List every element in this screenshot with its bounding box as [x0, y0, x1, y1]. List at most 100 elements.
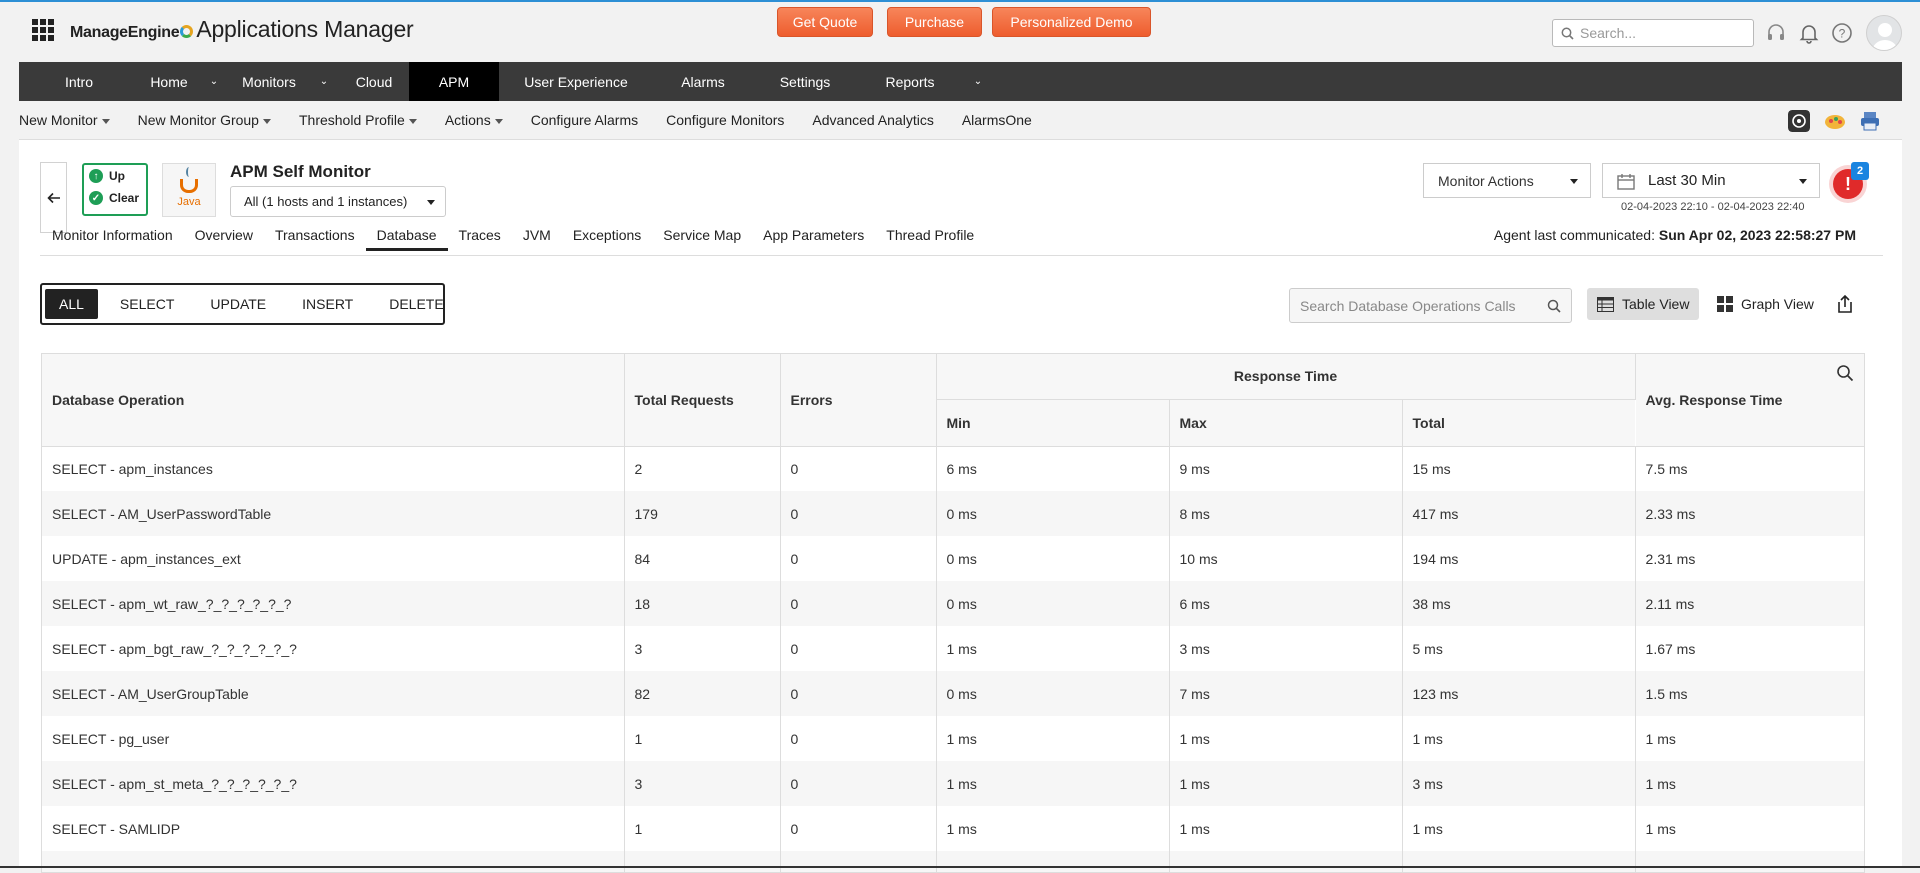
cell-min: 1 ms: [936, 716, 1170, 761]
filter-insert-button[interactable]: INSERT: [288, 289, 367, 319]
global-search-placeholder: Search...: [1580, 25, 1637, 41]
headset-icon[interactable]: [1765, 22, 1787, 44]
filter-all-button[interactable]: ALL: [45, 289, 98, 319]
cell-min: 0 ms: [936, 491, 1170, 536]
table-row[interactable]: SELECT - apm_wt_raw_?_?_?_?_?_? 18 0 0 ms 6 …: [42, 581, 1864, 626]
tab-service-map[interactable]: Service Map: [652, 220, 752, 250]
table-row[interactable]: SELECT - apm_instances 2 0 6 ms 9 ms 15 ms 7.5…: [42, 446, 1864, 491]
filter-update-button[interactable]: UPDATE: [196, 289, 280, 319]
col-header-operation[interactable]: Database Operation: [42, 354, 625, 447]
tab-transactions[interactable]: Transactions: [264, 220, 366, 250]
subnav-threshold-profile[interactable]: Threshold Profile: [299, 112, 417, 128]
status-badge[interactable]: ↑ Up ✓ Clear: [82, 163, 148, 216]
camera-icon[interactable]: [1788, 110, 1810, 132]
db-operations-search-input[interactable]: Search Database Operations Calls: [1289, 288, 1572, 323]
nav-home-chevron-down-icon[interactable]: ⌄: [199, 62, 229, 101]
alert-count-badge: 2: [1851, 162, 1869, 180]
cell-total: 1 ms: [1402, 716, 1636, 761]
help-icon[interactable]: ?: [1831, 22, 1853, 44]
brand-logo[interactable]: ManageEngine Applications Manager: [70, 16, 414, 44]
table-row[interactable]: SELECT - AM_UserGroupTable 82 0 0 ms 7 ms 123…: [42, 671, 1864, 716]
db-operations-table: Database Operation Total Requests Errors…: [41, 353, 1865, 873]
nav-monitors-chevron-down-icon[interactable]: ⌄: [309, 62, 339, 101]
tab-database[interactable]: Database: [365, 220, 448, 251]
arrow-up-icon: ↑: [89, 169, 103, 183]
cell-operation: SELECT - AM_UserPasswordTable: [42, 491, 625, 536]
print-icon[interactable]: [1859, 110, 1881, 132]
col-header-max[interactable]: Max: [1169, 399, 1403, 447]
personalized-demo-button[interactable]: Personalized Demo: [992, 7, 1151, 37]
table-row[interactable]: SELECT - AM_UserPasswordTable 179 0 0 ms 8 m…: [42, 491, 1864, 536]
table-view-button[interactable]: Table View: [1587, 288, 1700, 320]
subnav-advanced-analytics[interactable]: Advanced Analytics: [812, 112, 933, 128]
table-row[interactable]: [42, 851, 1864, 872]
table-row[interactable]: UPDATE - apm_instances_ext 84 0 0 ms 10 ms 19…: [42, 536, 1864, 581]
subnav-new-monitor[interactable]: New Monitor: [19, 112, 110, 128]
get-quote-button[interactable]: Get Quote: [777, 7, 873, 37]
col-header-avg-response-label: Avg. Response Time: [1645, 391, 1783, 408]
table-row[interactable]: SELECT - apm_st_meta_?_?_?_?_?_? 3 0 1 ms 1 …: [42, 761, 1864, 806]
caret-down-icon: [1799, 179, 1807, 184]
purchase-button[interactable]: Purchase: [887, 7, 982, 37]
table-row[interactable]: SELECT - SAMLIDP 1 0 1 ms 1 ms 1 ms 1 ms: [42, 806, 1864, 851]
col-header-min[interactable]: Min: [936, 399, 1170, 447]
cell-max: 7 ms: [1169, 671, 1403, 716]
col-header-errors[interactable]: Errors: [780, 354, 937, 447]
tab-overview[interactable]: Overview: [184, 220, 264, 250]
monitor-actions-select[interactable]: Monitor Actions: [1423, 163, 1591, 198]
subnav-configure-monitors[interactable]: Configure Monitors: [666, 112, 784, 128]
nav-settings[interactable]: Settings: [753, 62, 857, 101]
nav-user-experience[interactable]: User Experience: [499, 62, 653, 101]
tab-jvm[interactable]: JVM: [512, 220, 562, 250]
avatar[interactable]: [1866, 15, 1902, 51]
app-grid-icon[interactable]: [32, 19, 54, 41]
col-header-total-requests[interactable]: Total Requests: [624, 354, 781, 447]
caret-down-icon: [101, 118, 110, 124]
global-search-input[interactable]: Search...: [1552, 19, 1754, 47]
graph-view-label: Graph View: [1741, 296, 1814, 312]
cell-total-requests: 179: [624, 491, 781, 536]
tab-exceptions[interactable]: Exceptions: [562, 220, 652, 250]
alert-button[interactable]: ! 2: [1829, 162, 1873, 207]
export-share-icon[interactable]: [1836, 294, 1854, 314]
tab-thread-profile[interactable]: Thread Profile: [875, 220, 985, 250]
table-view-label: Table View: [1622, 296, 1690, 312]
tab-traces[interactable]: Traces: [448, 220, 512, 250]
cell-errors: 0: [780, 806, 937, 851]
theme-palette-icon[interactable]: [1824, 110, 1846, 132]
table-search-icon[interactable]: [1836, 364, 1854, 382]
tab-app-parameters[interactable]: App Parameters: [752, 220, 875, 250]
subnav-configure-alarms[interactable]: Configure Alarms: [531, 112, 638, 128]
nav-alarms[interactable]: Alarms: [653, 62, 753, 101]
grid-view-icon: [1717, 296, 1733, 312]
subnav-alarmsone[interactable]: AlarmsOne: [962, 112, 1032, 128]
cell-operation: SELECT - pg_user: [42, 716, 625, 761]
host-instance-select[interactable]: All (1 hosts and 1 instances): [230, 186, 446, 217]
brand-product: Applications Manager: [196, 16, 414, 42]
nav-cloud[interactable]: Cloud: [339, 62, 409, 101]
nav-intro[interactable]: Intro: [19, 62, 139, 101]
java-cup-icon: [180, 166, 198, 193]
nav-reports-chevron-down-icon[interactable]: ⌄: [963, 62, 993, 101]
nav-home[interactable]: Home: [139, 62, 199, 101]
nav-monitors[interactable]: Monitors: [229, 62, 309, 101]
monitor-tabs: Monitor Information Overview Transaction…: [41, 220, 985, 251]
caret-down-icon: [1570, 179, 1578, 184]
cell-errors: 0: [780, 671, 937, 716]
nav-reports[interactable]: Reports: [857, 62, 963, 101]
col-header-total[interactable]: Total: [1402, 399, 1636, 447]
col-header-avg-response[interactable]: Avg. Response Time: [1635, 354, 1864, 447]
tab-monitor-information[interactable]: Monitor Information: [41, 220, 184, 250]
subnav-new-monitor-group[interactable]: New Monitor Group: [138, 112, 271, 128]
table-row[interactable]: SELECT - apm_bgt_raw_?_?_?_?_?_? 3 0 1 ms 3 …: [42, 626, 1864, 671]
cell-min: 0 ms: [936, 581, 1170, 626]
cell-max: 10 ms: [1169, 536, 1403, 581]
table-row[interactable]: SELECT - pg_user 1 0 1 ms 1 ms 1 ms 1 ms: [42, 716, 1864, 761]
period-select[interactable]: Last 30 Min: [1602, 163, 1820, 198]
graph-view-button[interactable]: Graph View: [1707, 288, 1824, 320]
filter-delete-button[interactable]: DELETE: [375, 289, 457, 319]
filter-select-button[interactable]: SELECT: [106, 289, 188, 319]
nav-apm[interactable]: APM: [409, 62, 499, 101]
subnav-actions[interactable]: Actions: [445, 112, 503, 128]
bell-icon[interactable]: [1798, 22, 1820, 44]
